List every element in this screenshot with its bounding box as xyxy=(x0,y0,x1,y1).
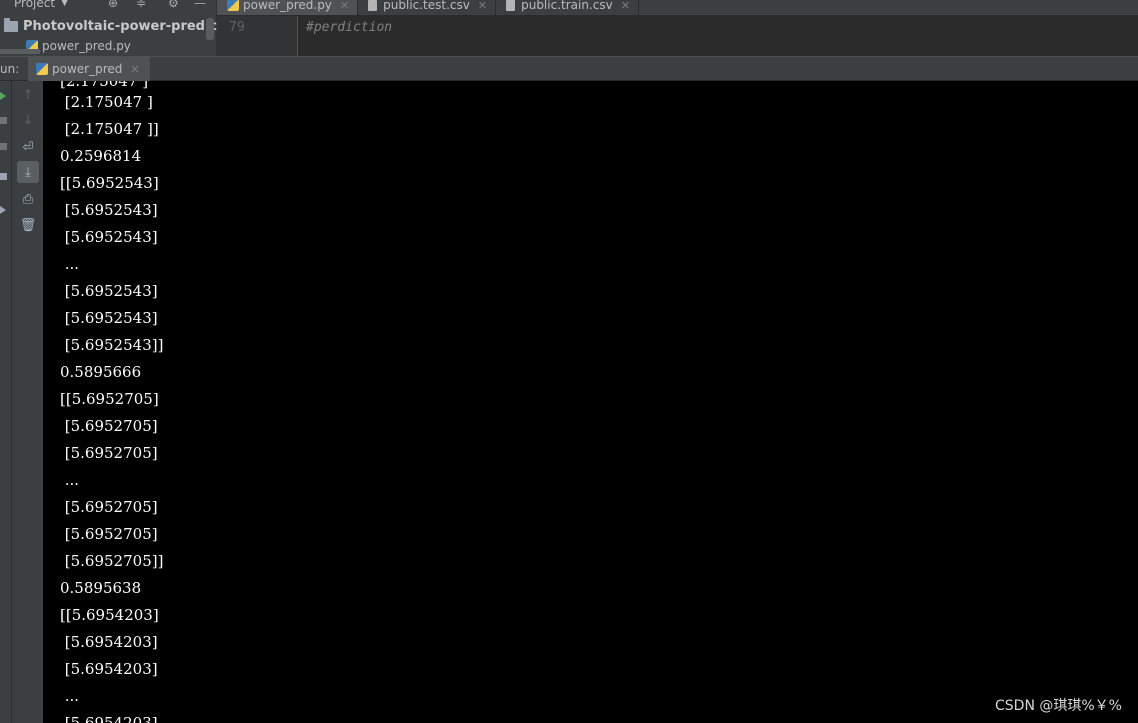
run-tab-label: power_pred xyxy=(52,62,123,76)
console-line: [2.175047 ] xyxy=(60,93,153,111)
console-line: [5.6952543] xyxy=(60,282,158,300)
minimize-icon[interactable]: — xyxy=(194,0,206,10)
python-icon xyxy=(36,63,48,75)
console-line: [5.6952543] xyxy=(60,228,158,246)
print-icon[interactable]: ⎙ xyxy=(17,188,39,210)
console-line: [5.6952705]] xyxy=(60,552,164,570)
project-panel: Project ▼ ⊕ ≑ ⚙ — Photovoltaic-power-pre… xyxy=(0,0,246,56)
arrow-down-icon[interactable]: ↓ xyxy=(17,109,39,131)
tab-power-pred[interactable]: power_pred.py ✕ xyxy=(217,0,359,15)
console-line: [5.6952705] xyxy=(60,525,158,543)
crosshair-icon[interactable]: ⊕ xyxy=(108,0,118,10)
tab-public-train[interactable]: public.train.csv ✕ xyxy=(496,0,639,15)
console-output[interactable]: [2.175047 ] [2.175047 ] [2.175047 ]] 0.2… xyxy=(43,81,1138,723)
console-line: [5.6952543] xyxy=(60,201,158,219)
project-scrollbar-horizontal[interactable] xyxy=(0,49,40,54)
project-scrollbar-vertical[interactable] xyxy=(206,18,214,40)
run-label: un: xyxy=(0,62,20,76)
rerun-icon[interactable] xyxy=(0,92,6,100)
console-line: [2.175047 ]] xyxy=(60,120,159,138)
scroll-to-end-icon[interactable]: ⤓ xyxy=(17,161,39,183)
editor-tabs: power_pred.py ✕ public.test.csv ✕ public… xyxy=(217,0,1138,16)
tree-file-label: power_pred.py xyxy=(42,39,131,53)
console-line: ... xyxy=(60,687,80,705)
line-number: 79 xyxy=(229,20,245,35)
console-line: ... xyxy=(60,255,80,273)
tree-file-item[interactable]: power_pred.py xyxy=(26,37,131,55)
project-title[interactable]: Project xyxy=(14,0,55,10)
tab-label: public.train.csv xyxy=(521,0,613,12)
console-line: [5.6952705] xyxy=(60,417,158,435)
run-toolbar-inner: ↑ ↓ ⏎ ⤓ ⎙ 🗑 xyxy=(12,81,43,723)
console-line: [[5.6954203] xyxy=(60,606,159,624)
console-line: 0.5895666 xyxy=(60,363,142,381)
python-file-icon xyxy=(227,0,239,11)
console-line: [5.6952543] xyxy=(60,309,158,327)
stop-icon[interactable] xyxy=(0,117,7,124)
soft-wrap-icon[interactable]: ⏎ xyxy=(17,136,39,158)
console-line: [5.6954203] xyxy=(60,660,158,678)
trash-icon[interactable]: 🗑 xyxy=(17,214,39,236)
chevron-down-icon[interactable]: ▼ xyxy=(61,0,68,8)
restore-layout-icon[interactable] xyxy=(0,143,7,150)
tab-label: public.test.csv xyxy=(383,0,470,12)
watermark: CSDN @琪琪%￥% xyxy=(995,698,1122,714)
run-tool-window-header: un: power_pred ✕ xyxy=(0,56,1138,81)
run-toolbar-outer xyxy=(0,81,12,723)
console-line: 0.5895638 xyxy=(60,579,142,597)
tab-label: power_pred.py xyxy=(243,0,332,12)
settings-small-icon[interactable] xyxy=(0,173,7,180)
close-icon[interactable]: ✕ xyxy=(130,63,139,76)
pin-icon[interactable] xyxy=(0,206,6,214)
console-line: [[5.6952705] xyxy=(60,390,159,408)
code-comment[interactable]: #perdiction xyxy=(306,20,392,35)
run-tab-power-pred[interactable]: power_pred ✕ xyxy=(28,57,150,81)
close-icon[interactable]: ✕ xyxy=(340,0,349,12)
gear-icon[interactable]: ⚙ xyxy=(168,0,179,10)
console-line: [5.6952543]] xyxy=(60,336,164,354)
folder-icon xyxy=(4,17,18,32)
project-header: Project ▼ ⊕ ≑ ⚙ — xyxy=(0,0,216,12)
console-line: [5.6954203] xyxy=(60,714,158,723)
console-line: [5.6952705] xyxy=(60,444,158,462)
csv-file-icon xyxy=(506,0,516,11)
arrow-up-icon[interactable]: ↑ xyxy=(17,84,39,106)
console-line: 0.2596814 xyxy=(60,147,142,165)
top-area: Project ▼ ⊕ ≑ ⚙ — Photovoltaic-power-pre… xyxy=(0,0,1138,56)
console-line: [5.6954203] xyxy=(60,633,158,651)
close-icon[interactable]: ✕ xyxy=(621,0,630,12)
tab-public-test[interactable]: public.test.csv ✕ xyxy=(358,0,497,15)
collapse-icon[interactable]: ≑ xyxy=(136,0,146,10)
console-line: [5.6952705] xyxy=(60,498,158,516)
console-line: ... xyxy=(60,471,80,489)
close-icon[interactable]: ✕ xyxy=(478,0,487,12)
console-line: [[5.6952543] xyxy=(60,174,159,192)
csv-file-icon xyxy=(368,0,378,11)
